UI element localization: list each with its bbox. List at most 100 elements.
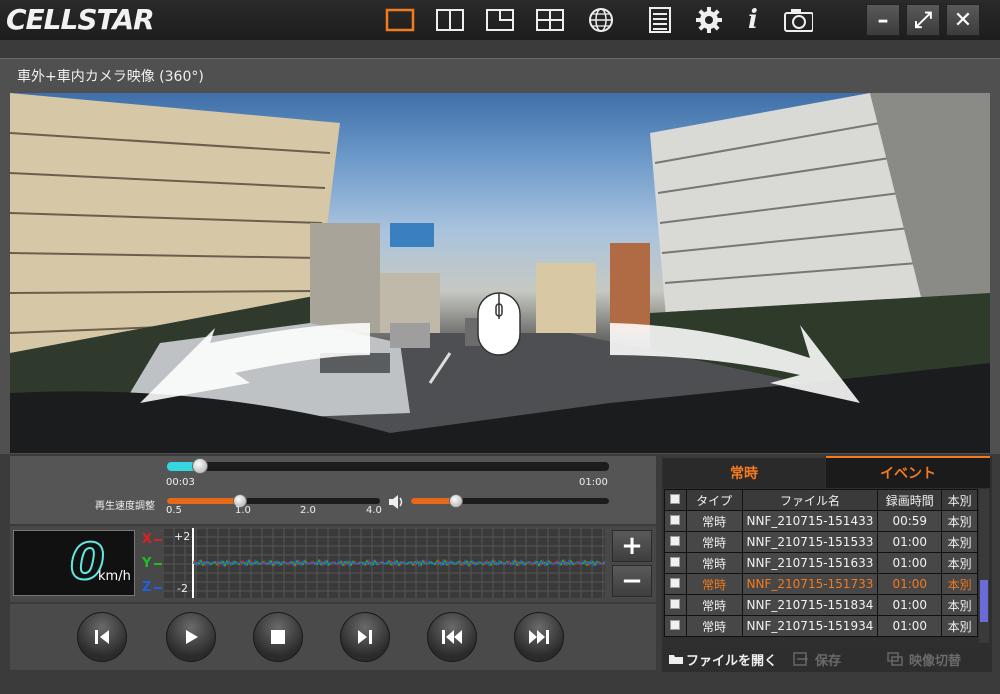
row-type: 常時 [685,615,743,637]
row-checkbox[interactable] [664,594,687,616]
seek-bar[interactable] [167,462,609,471]
table-header-row: タイプ ファイル名 録画時間 本別 [664,489,978,511]
column-header-kind[interactable]: 本別 [941,489,978,511]
row-filename: NNF_210715-151834 [741,594,879,616]
speedometer: 0 km/h [13,530,135,596]
export-icon [793,652,808,666]
row-type: 常時 [685,594,743,616]
x-axis-label: X [142,532,153,547]
tab-event[interactable]: イベント [826,456,990,488]
row-filename: NNF_210715-151733 [741,573,879,595]
video-viewport[interactable] [10,93,990,453]
stop-icon [271,630,285,644]
speed-label: 再生速度調整 [95,501,155,512]
speed-unit: km/h [98,569,131,584]
table-row[interactable]: 常時 NNF_210715-151633 01:00 本別 [664,552,978,574]
pip-view-icon[interactable] [485,6,515,34]
column-header-time[interactable]: 録画時間 [877,489,943,511]
row-checkbox[interactable] [664,510,687,532]
info-icon[interactable]: i [738,5,768,35]
row-checkbox[interactable] [664,531,687,553]
folder-icon [669,655,683,664]
volume-slider[interactable] [411,498,609,504]
skip-to-start-icon [95,630,109,644]
seek-handle[interactable] [192,458,208,474]
save-button[interactable]: 保存 [793,648,841,670]
file-list-scroll-thumb[interactable] [980,580,988,622]
volume-handle[interactable] [449,494,463,508]
row-kind: 本別 [941,615,978,637]
table-row-selected[interactable]: 常時 NNF_210715-151733 01:00 本別 [664,573,978,595]
row-type: 常時 [685,531,743,553]
maximize-button[interactable]: ⤢ [906,4,940,36]
play-button[interactable] [166,612,216,662]
table-row[interactable]: 常時 NNF_210715-151533 01:00 本別 [664,531,978,553]
select-all-checkbox[interactable] [664,489,687,511]
next-frame-button[interactable] [340,612,390,662]
camera-icon[interactable] [783,6,813,34]
row-time: 01:00 [877,573,943,595]
list-icon[interactable] [645,6,675,34]
zoom-out-button[interactable]: − [612,565,652,597]
zoom-in-button[interactable]: + [612,530,652,562]
row-kind: 本別 [941,552,978,574]
scale-bottom: -2 [177,582,188,595]
row-filename: NNF_210715-151633 [741,552,879,574]
table-row[interactable]: 常時 NNF_210715-151934 01:00 本別 [664,615,978,637]
stop-button[interactable] [253,612,303,662]
save-label: 保存 [815,653,842,669]
column-header-filename[interactable]: ファイル名 [741,489,879,511]
row-checkbox[interactable] [664,552,687,574]
app-window: CELLSTAR i – ⤢ ✕ 車外+車内カメラ映像 (360°) 00:03… [0,0,1000,694]
title-bar: CELLSTAR i – ⤢ ✕ [0,0,1000,40]
open-file-button[interactable]: ファイルを開く [668,648,777,670]
next-frame-icon [358,630,372,644]
row-kind: 本別 [941,573,978,595]
g-sensor-graph [162,527,606,598]
gear-icon[interactable] [694,6,724,34]
graph-grid [162,527,606,598]
z-axis-legend-line [154,587,162,589]
split-view-icon[interactable] [435,6,465,34]
minimize-button[interactable]: – [866,4,900,36]
brand-logo: CELLSTAR [6,3,155,36]
switch-video-button[interactable]: 映像切替 [887,648,961,670]
street-scene-image [10,93,990,453]
single-view-icon[interactable] [385,6,415,34]
speed-tick: 4.0 [366,505,382,516]
y-axis-label: Y [142,556,152,571]
row-checkbox[interactable] [664,573,687,595]
row-type: 常時 [685,552,743,574]
previous-file-button[interactable] [427,612,477,662]
elapsed-time: 00:03 [166,477,195,488]
column-header-type[interactable]: タイプ [685,489,743,511]
speed-slider[interactable] [167,498,380,504]
switch-video-label: 映像切替 [909,653,962,669]
skip-to-start-button[interactable] [77,612,127,662]
row-time: 01:00 [877,552,943,574]
table-row[interactable]: 常時 NNF_210715-151433 00:59 本別 [664,510,978,532]
z-axis-label: Z [142,580,152,595]
speed-tick: 1.0 [235,505,251,516]
table-row[interactable]: 常時 NNF_210715-151834 01:00 本別 [664,594,978,616]
next-file-button[interactable] [514,612,564,662]
close-button[interactable]: ✕ [946,4,980,36]
row-type: 常時 [685,573,743,595]
next-file-icon [529,630,549,644]
duration-time: 01:00 [579,477,608,488]
volume-icon[interactable] [388,494,404,513]
speed-tick: 0.5 [166,505,182,516]
y-axis-legend-line [154,563,162,565]
x-axis-legend-line [154,539,162,541]
tab-normal[interactable]: 常時 [663,456,825,488]
file-table: タイプ ファイル名 録画時間 本別 常時 NNF_210715-151433 0… [664,489,978,637]
row-kind: 本別 [941,594,978,616]
row-time: 01:00 [877,615,943,637]
video-title: 車外+車内カメラ映像 (360°) [17,69,204,85]
row-checkbox[interactable] [664,615,687,637]
row-filename: NNF_210715-151533 [741,531,879,553]
quad-view-icon[interactable] [535,6,565,34]
globe-icon[interactable] [586,6,616,34]
row-filename: NNF_210715-151433 [741,510,879,532]
row-time: 01:00 [877,531,943,553]
